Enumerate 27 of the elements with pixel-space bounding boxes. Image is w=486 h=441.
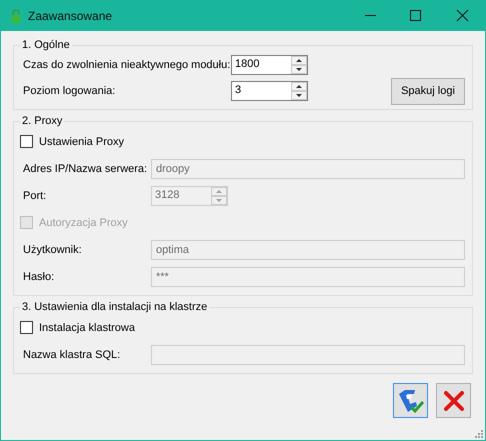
spinner-arrows-icon[interactable] [291,82,307,100]
checkbox-label: Autoryzacja Proxy [39,216,128,228]
spinner-field[interactable]: 1800 [231,55,308,75]
checkbox-label: Ustawienia Proxy [39,136,124,148]
field-label: Hasło: [22,270,56,284]
resize-grip-icon[interactable] [475,430,483,438]
field-label: Czas do zwolnienia nieaktywnego modułu: [22,58,231,73]
cross-icon [442,388,466,412]
pack-logs-button[interactable]: Spakuj logi [391,78,465,104]
field-label: Poziom logowania: [22,84,116,99]
field-label: Adres IP/Nazwa serwera: [22,162,148,176]
checkbox-label: Instalacja klastrowa [39,322,135,334]
save-button[interactable] [393,383,428,418]
spinner-field[interactable]: 3 [231,81,308,101]
checkbox[interactable] [20,135,33,148]
section-title: 1. Ogólne [21,39,71,52]
field-label: Nazwa klastra SQL: [22,348,122,362]
padlock-icon [11,8,21,22]
field-label: Port: [22,188,48,204]
section-title: 2. Proxy [21,115,64,128]
field-label: Użytkownik: [22,242,83,258]
checkbox[interactable] [20,321,33,334]
spinner-arrows-icon[interactable] [291,56,307,74]
section-title: 3. Ustawienia dla instalacji na klastrze [21,301,208,314]
cancel-button[interactable] [436,383,471,418]
window-title: Zaawansowane [28,8,114,22]
floppy-check-icon [396,388,424,414]
